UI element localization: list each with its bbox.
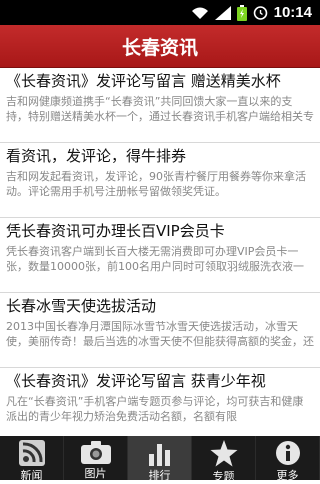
article-summary: 吉和网健康频道携手“长春资讯”共同回馈大家一直以来的支持，特别赠送精美水杯一个，…: [6, 95, 314, 123]
alarm-icon: [253, 6, 267, 20]
wifi-icon: [191, 7, 208, 19]
signal-icon: [214, 5, 231, 20]
article-title: 长春冰雪天使选拔活动: [6, 297, 157, 315]
tab-topics[interactable]: 专题: [192, 436, 256, 483]
status-icons: [191, 4, 268, 21]
tab-photos[interactable]: 图片: [64, 436, 128, 480]
tab-ranking[interactable]: 排行: [128, 436, 192, 482]
tab-news[interactable]: 新闻: [0, 436, 64, 482]
tab-label: 图片: [84, 467, 107, 480]
tab-label: 专题: [212, 470, 235, 483]
list-item[interactable]: 《长春资讯》发评论写留言 获青少年视 凡在“长春资讯”手机客户端专题页参与评论，…: [0, 368, 320, 436]
status-bar: 10:14: [0, 0, 320, 25]
tab-label: 排行: [148, 469, 171, 482]
tab-label: 新闻: [20, 469, 43, 482]
info-icon: [273, 440, 303, 466]
camera-icon: [80, 440, 111, 464]
article-title: 《长春资讯》发评论写留言 赠送精美水杯: [6, 72, 281, 90]
battery-icon: [236, 4, 247, 21]
list-item[interactable]: 《长春资讯》发评论写留言 赠送精美水杯 吉和网健康频道携手“长春资讯”共同回馈大…: [0, 68, 320, 143]
article-summary: 凡在“长春资讯”手机客户端专题页参与评论，均可获吉和健康派出的青少年视力矫治免费…: [6, 395, 304, 423]
status-time: 10:14: [273, 4, 312, 21]
tab-label: 更多: [276, 469, 299, 482]
list-item[interactable]: 看资讯，发评论，得牛排券 吉和网发起看资讯，发评论，90张青柠餐厅用餐券等你来拿…: [0, 143, 320, 218]
star-icon: [209, 440, 239, 467]
bottom-tab-bar: 新闻 图片 排行 专题 更多: [0, 436, 320, 483]
article-list[interactable]: 《长春资讯》发评论写留言 赠送精美水杯 吉和网健康频道携手“长春资讯”共同回馈大…: [0, 68, 320, 436]
article-summary: 吉和网发起看资讯，发评论，90张青柠餐厅用餐券等你来拿活动。评论需用手机号注册帐…: [6, 170, 306, 198]
list-item[interactable]: 凭长春资讯可办理长百VIP会员卡 凭长春资讯客户端到长百大楼无需消费即可办理VI…: [0, 218, 320, 293]
tab-more[interactable]: 更多: [256, 436, 320, 482]
list-item[interactable]: 长春冰雪天使选拔活动 2013中国长春净月潭国际冰雪节冰雪天使选拔活动，冰雪天使…: [0, 293, 320, 368]
page-title: 长春资讯: [121, 36, 198, 59]
article-title: 《长春资讯》发评论写留言 获青少年视: [6, 372, 266, 390]
article-summary: 凭长春资讯客户端到长百大楼无需消费即可办理VIP会员卡一张，数量10000张，前…: [6, 245, 304, 273]
rss-icon: [17, 440, 47, 466]
bar-chart-icon: [145, 440, 175, 466]
article-title: 看资讯，发评论，得牛排券: [6, 147, 187, 165]
article-summary: 2013中国长春净月潭国际冰雪节冰雪天使选拔活动，冰雪天使，美丽传奇！最后当选的…: [6, 320, 314, 348]
app-header: 长春资讯: [0, 25, 320, 68]
article-title: 凭长春资讯可办理长百VIP会员卡: [6, 222, 225, 240]
